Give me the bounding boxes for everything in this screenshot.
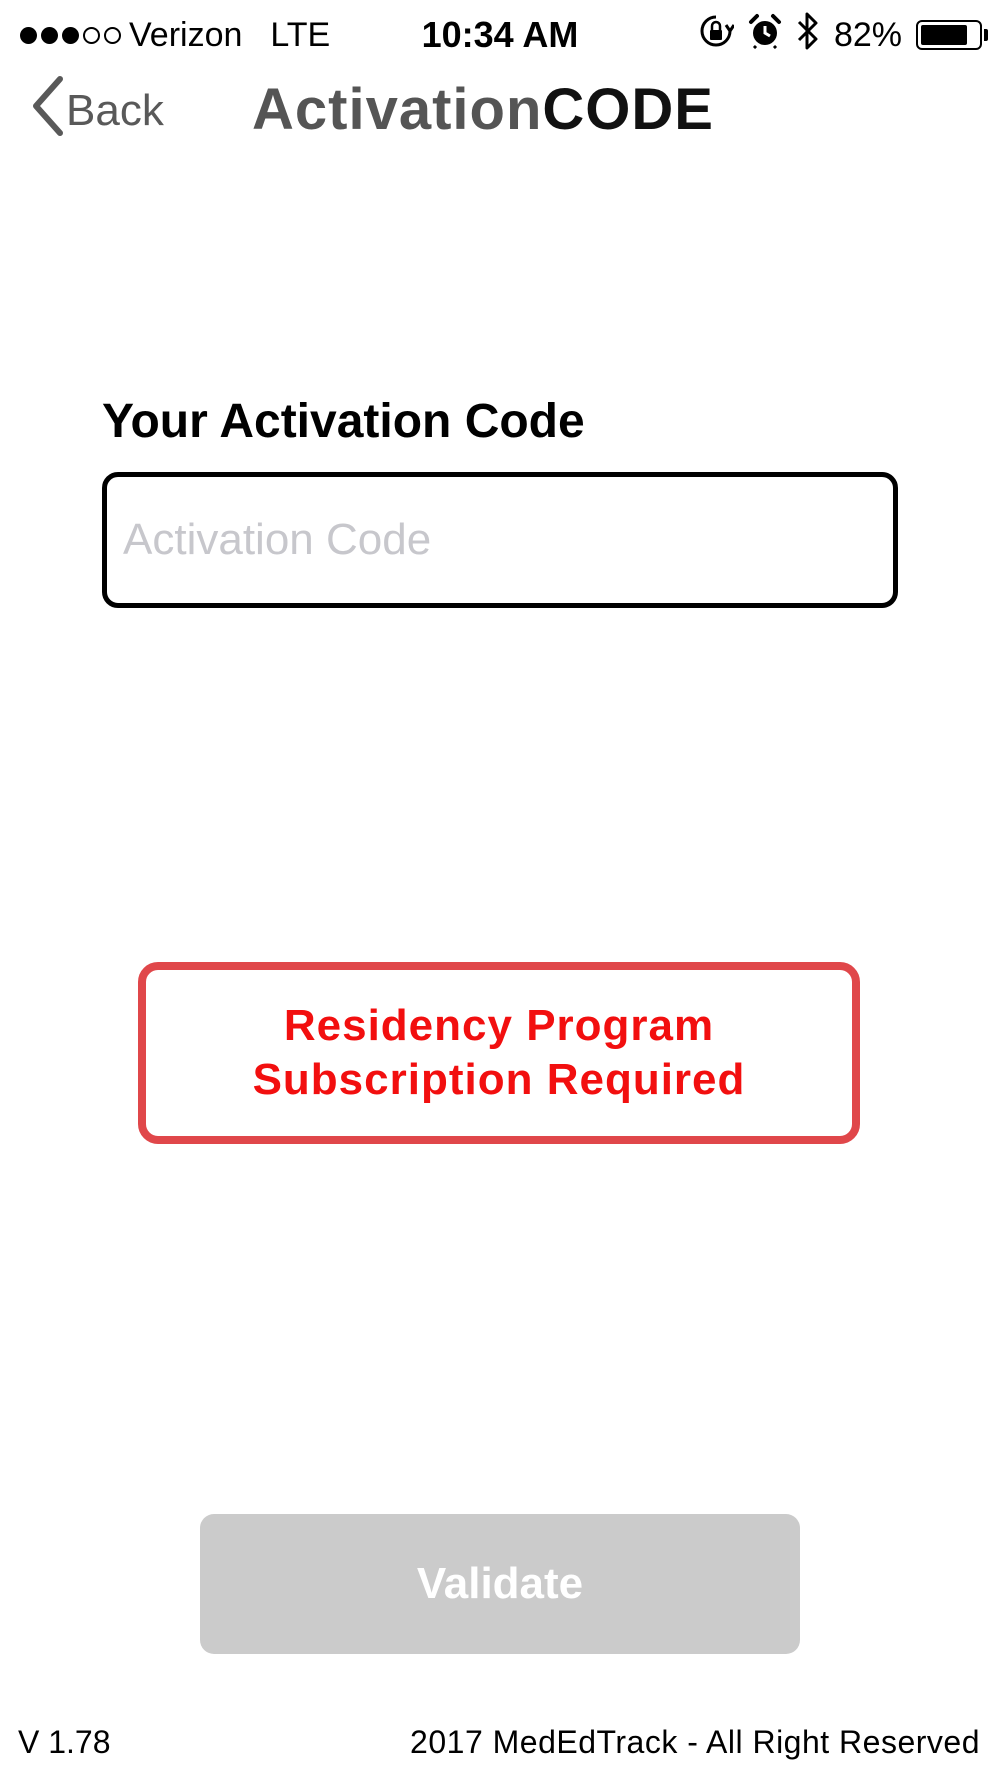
back-button[interactable]: Back	[30, 75, 164, 148]
battery-body	[916, 20, 982, 50]
battery-percent: 82%	[833, 15, 902, 54]
subscription-notice: Residency Program Subscription Required	[138, 962, 860, 1144]
version-label: V 1.78	[18, 1724, 111, 1760]
page-title-part2: CODE	[542, 77, 714, 142]
battery-icon	[916, 20, 988, 50]
orientation-lock-icon	[698, 13, 736, 58]
copyright-label: 2017 MedEdTrack - All Right Reserved	[410, 1724, 980, 1760]
status-bar: Verizon LTE 10:34 AM 82%	[0, 0, 1000, 70]
activation-code-screen: Verizon LTE 10:34 AM 82% Back Activation…	[0, 0, 1000, 1778]
page-title: ActivationCODE	[252, 70, 714, 150]
battery-fill	[921, 25, 967, 45]
chevron-left-icon	[30, 75, 64, 148]
notice-line-1: Residency Program	[283, 1001, 715, 1050]
status-right: 82%	[698, 10, 988, 60]
page-title-part1: Activation	[252, 77, 543, 142]
back-label: Back	[66, 86, 164, 135]
alarm-icon	[748, 13, 782, 58]
validate-button[interactable]: Validate	[200, 1514, 800, 1654]
activation-code-input[interactable]	[102, 472, 898, 608]
bluetooth-icon	[796, 11, 820, 60]
battery-cap	[984, 29, 988, 41]
notice-line-2: Subscription Required	[252, 1055, 746, 1104]
activation-code-label: Your Activation Code	[102, 395, 585, 448]
